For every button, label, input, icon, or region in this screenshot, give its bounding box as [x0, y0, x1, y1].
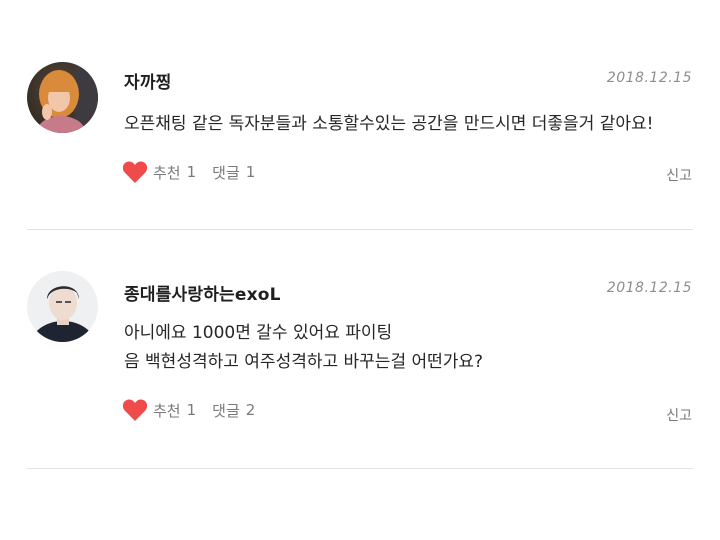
comment-line: 아니에요 1000면 갈수 있어요 파이팅 — [124, 323, 393, 343]
avatar[interactable] — [27, 62, 98, 133]
report-button[interactable]: 신고 — [666, 165, 692, 185]
divider — [27, 229, 693, 230]
reply-count: 1 — [245, 163, 256, 181]
user-avatar-photo-icon — [27, 271, 98, 342]
reply-button[interactable]: 댓글 — [212, 162, 240, 183]
comment-line: 오픈채팅 같은 독자분들과 소통할수있는 공간을 만드시면 더좋을거 같아요! — [124, 114, 654, 134]
comment-item: 자까찡 2018.12.15 오픈채팅 같은 독자분들과 소통할수있는 공간을 … — [0, 0, 720, 230]
report-button[interactable]: 신고 — [666, 405, 692, 425]
comment-body: 아니에요 1000면 갈수 있어요 파이팅 음 백현성격하고 여주성격하고 바꾸… — [124, 319, 696, 377]
comment-author[interactable]: 종대를사랑하는exoL — [124, 280, 281, 305]
user-avatar-photo-icon — [27, 62, 98, 133]
comment-list: 자까찡 2018.12.15 오픈채팅 같은 독자분들과 소통할수있는 공간을 … — [0, 0, 720, 540]
reply-button[interactable]: 댓글 — [212, 400, 240, 421]
comment-date: 2018.12.15 — [606, 280, 692, 296]
like-label[interactable]: 추천 — [153, 162, 181, 183]
like-count: 1 — [186, 401, 197, 419]
comment-item: 종대를사랑하는exoL 2018.12.15 아니에요 1000면 갈수 있어요… — [0, 231, 720, 469]
like-count: 1 — [186, 163, 197, 181]
comment-body: 오픈채팅 같은 독자분들과 소통할수있는 공간을 만드시면 더좋을거 같아요! — [124, 110, 696, 139]
comment-actions: 추천 1 댓글 1 — [122, 160, 255, 184]
divider — [27, 468, 693, 469]
comment-line: 음 백현성격하고 여주성격하고 바꾸는걸 어떤가요? — [124, 352, 484, 372]
like-label[interactable]: 추천 — [153, 400, 181, 421]
avatar[interactable] — [27, 271, 98, 342]
comment-date: 2018.12.15 — [606, 70, 692, 86]
comment-author[interactable]: 자까찡 — [124, 68, 172, 93]
comment-actions: 추천 1 댓글 2 — [122, 398, 255, 422]
heart-icon[interactable] — [122, 160, 148, 184]
heart-icon[interactable] — [122, 398, 148, 422]
reply-count: 2 — [245, 401, 256, 419]
